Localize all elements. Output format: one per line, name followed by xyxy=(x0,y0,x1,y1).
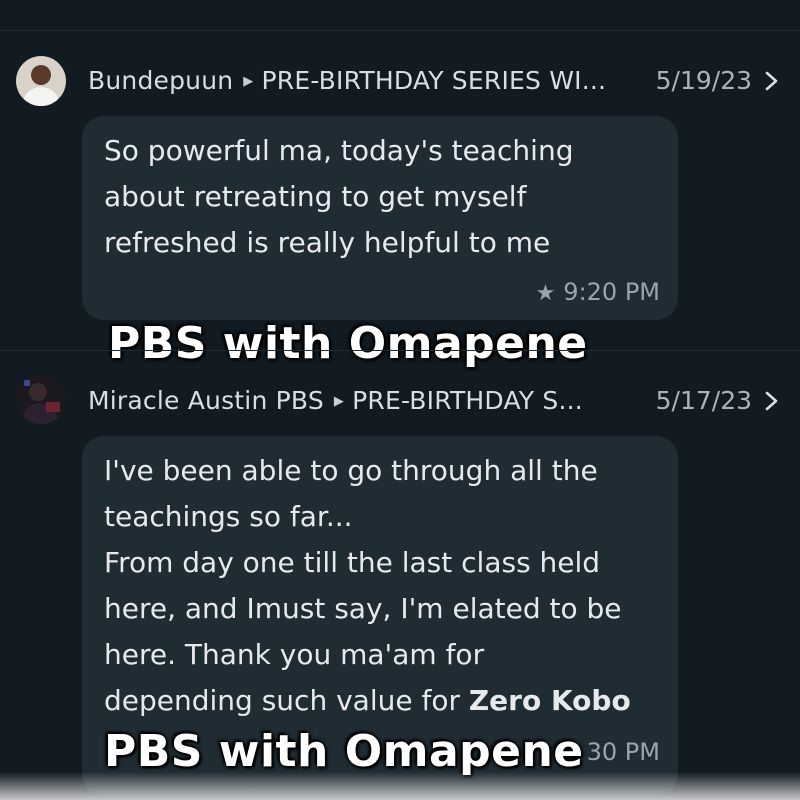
message-meta-2: 30 PM xyxy=(587,738,660,766)
chevron-right-icon[interactable] xyxy=(760,70,782,92)
group-name: PRE-BIRTHDAY SERIES WI... xyxy=(261,66,607,95)
divider xyxy=(0,30,800,31)
message-meta-1: ★ 9:20 PM xyxy=(536,278,660,306)
message-line: I've been able to go through all the xyxy=(104,454,598,487)
play-arrow-icon: ▶ xyxy=(333,394,345,409)
message-header-1[interactable]: Bundepuun ▶ PRE-BIRTHDAY SERIES WI... 5/19… xyxy=(0,52,800,112)
message-text-1: So powerful ma, today's teaching about r… xyxy=(104,128,664,266)
avatar[interactable] xyxy=(16,56,66,106)
divider xyxy=(0,350,800,351)
bottom-fade xyxy=(0,772,800,800)
avatar-photo-icon xyxy=(16,374,66,424)
avatar-photo-icon xyxy=(16,56,66,106)
sender-name: Miracle Austin PBS xyxy=(88,386,324,415)
message-line: From day one till the last class held xyxy=(104,546,601,579)
chevron-right-icon[interactable] xyxy=(760,390,782,412)
message-line: So powerful ma, today's teaching xyxy=(104,134,574,167)
message-bubble-1[interactable]: So powerful ma, today's teaching about r… xyxy=(82,116,678,320)
group-name: PRE-BIRTHDAY S... xyxy=(352,386,583,415)
message-line: here, and Imust say, I'm elated to be xyxy=(104,592,622,625)
message-line: teachings so far... xyxy=(104,500,353,533)
sender-name: Bundepuun xyxy=(88,66,234,95)
message-line: refreshed is really helpful to me xyxy=(104,226,551,259)
message-line-plain: depending such value for xyxy=(104,684,469,717)
message-date: 5/17/23 xyxy=(655,386,752,415)
message-time: 9:20 PM xyxy=(563,278,660,306)
message-line: about retreating to get myself xyxy=(104,180,527,213)
message-line-bold: Zero Kobo xyxy=(468,684,631,717)
avatar[interactable] xyxy=(16,374,66,424)
star-icon: ★ xyxy=(535,281,556,306)
chat-title-1: Bundepuun ▶ PRE-BIRTHDAY SERIES WI... xyxy=(88,66,606,95)
watermark-text: PBS with Omapene xyxy=(104,726,584,777)
chat-title-2: Miracle Austin PBS ▶ PRE-BIRTHDAY S... xyxy=(88,386,583,415)
message-date: 5/19/23 xyxy=(655,66,752,95)
starred-messages-screen: Bundepuun ▶ PRE-BIRTHDAY SERIES WI... 5/19… xyxy=(0,0,800,800)
play-arrow-icon: ▶ xyxy=(243,74,254,89)
message-line: depending such value for Zero Kobo xyxy=(104,678,664,724)
message-time: 30 PM xyxy=(586,738,660,766)
message-text-2: I've been able to go through all the tea… xyxy=(104,448,664,724)
message-header-2[interactable]: Miracle Austin PBS ▶ PRE-BIRTHDAY S... 5/1… xyxy=(0,372,800,432)
watermark-text: PBS with Omapene xyxy=(108,318,588,369)
message-line: here. Thank you ma'am for xyxy=(104,638,485,671)
